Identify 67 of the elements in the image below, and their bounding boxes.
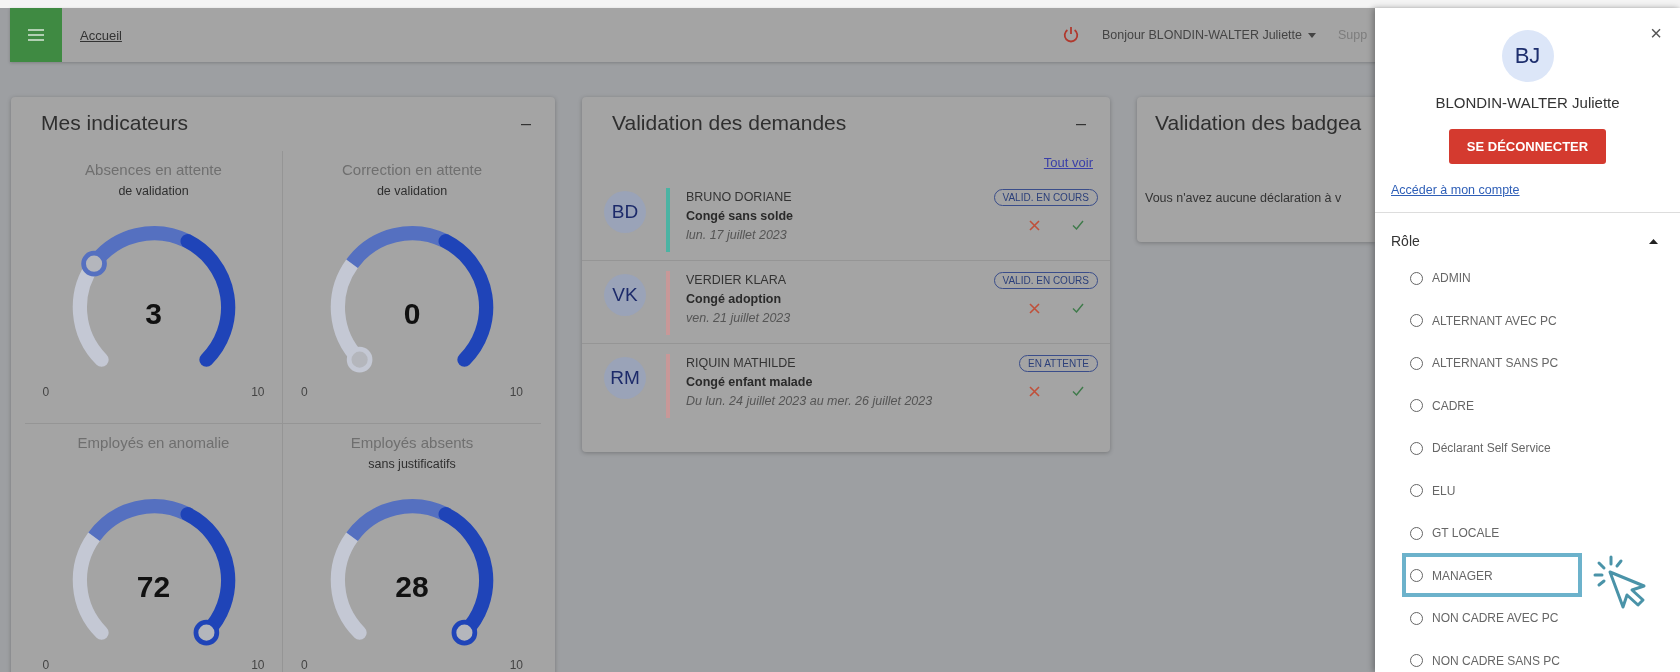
radio-label[interactable]: CADRE bbox=[1432, 398, 1474, 413]
user-name: BLONDIN-WALTER Juliette bbox=[1435, 94, 1620, 111]
gauge-min-label: 0 bbox=[42, 658, 50, 672]
gauge-min-label: 0 bbox=[301, 385, 308, 399]
account-link[interactable]: Accéder à mon compte bbox=[1391, 183, 1520, 197]
request-date: Du lun. 24 juillet 2023 au mer. 26 juillet 2023 bbox=[686, 394, 934, 408]
check-icon bbox=[1072, 303, 1084, 313]
gauge-max-label: 10 bbox=[509, 385, 523, 399]
caret-up-icon[interactable] bbox=[1649, 238, 1658, 244]
empty-message: Vous n'avez aucune déclaration à v bbox=[1145, 191, 1343, 205]
menu-icon bbox=[28, 29, 44, 41]
check-icon bbox=[1072, 386, 1084, 396]
section-title: Rôle bbox=[1391, 233, 1420, 249]
avatar: VK bbox=[604, 274, 646, 316]
gauge-subtitle: sans justificatifs bbox=[368, 457, 456, 472]
radio-label[interactable]: ADMIN bbox=[1432, 271, 1471, 286]
radio-label[interactable]: ALTERNANT SANS PC bbox=[1432, 356, 1559, 371]
gauge-value: 72 bbox=[135, 570, 172, 604]
close-icon bbox=[1029, 303, 1040, 314]
gauge-thumb bbox=[80, 250, 107, 277]
gauge-value: 28 bbox=[394, 570, 430, 604]
gauge-max-label: 10 bbox=[251, 658, 265, 672]
avatar: RM bbox=[604, 357, 646, 399]
close-button[interactable]: × bbox=[1650, 22, 1662, 45]
card-title: Validation des badgea bbox=[1155, 111, 1362, 135]
user-menu[interactable]: Bonjour BLONDIN-WALTER Juliette bbox=[1101, 28, 1316, 42]
power-icon[interactable] bbox=[1061, 26, 1080, 44]
see-all-link[interactable]: Tout voir bbox=[582, 155, 1093, 170]
caret-down-icon bbox=[1308, 32, 1316, 38]
employee-name: VERDIER KLARA bbox=[686, 273, 788, 287]
gauge-value: 3 bbox=[144, 297, 163, 331]
collapse-button[interactable]: – bbox=[1070, 112, 1092, 134]
request-type: Congé adoption bbox=[686, 292, 783, 306]
request-type: Congé sans solde bbox=[686, 209, 794, 223]
avatar: BJ bbox=[1501, 30, 1554, 82]
radio-label[interactable]: MANAGER bbox=[1432, 568, 1493, 583]
radio-label[interactable]: GT LOCALE bbox=[1432, 526, 1500, 541]
breadcrumb-link[interactable]: Accueil bbox=[80, 27, 122, 43]
gauge-thumb bbox=[451, 619, 478, 646]
gauge-thumb bbox=[346, 346, 373, 373]
radio-label[interactable]: ELU bbox=[1432, 483, 1456, 498]
avatar: BD bbox=[604, 191, 646, 233]
gauge-subtitle: de validation bbox=[376, 184, 448, 199]
gauge-min-label: 0 bbox=[301, 658, 308, 672]
gauge-max-label: 10 bbox=[251, 385, 265, 399]
menu-button[interactable] bbox=[10, 8, 62, 62]
gauge-min-label: 0 bbox=[42, 385, 50, 399]
close-icon bbox=[1029, 386, 1040, 397]
request-date: ven. 21 juillet 2023 bbox=[686, 311, 792, 325]
employee-name: RIQUIN MATHILDE bbox=[686, 356, 797, 370]
check-icon bbox=[1072, 220, 1084, 230]
card-title: Mes indicateurs bbox=[41, 111, 189, 135]
gauge-subtitle: de validation bbox=[118, 184, 189, 199]
collapse-button[interactable]: – bbox=[515, 112, 537, 134]
gauge-max-label: 10 bbox=[509, 658, 523, 672]
request-type: Congé enfant malade bbox=[686, 375, 814, 389]
radio-label[interactable]: ALTERNANT AVEC PC bbox=[1432, 313, 1557, 328]
card-title: Validation des demandes bbox=[612, 111, 847, 135]
radio-label[interactable]: NON CADRE AVEC PC bbox=[1432, 611, 1559, 626]
request-date: lun. 17 juillet 2023 bbox=[686, 228, 788, 242]
radio-label[interactable]: NON CADRE SANS PC bbox=[1432, 653, 1561, 668]
gauge-value: 0 bbox=[402, 297, 422, 331]
employee-name: BRUNO DORIANE bbox=[686, 190, 793, 204]
gauge-thumb bbox=[193, 619, 219, 646]
radio-label[interactable]: Déclarant Self Service bbox=[1432, 441, 1551, 456]
logout-button[interactable]: SE DÉCONNECTER bbox=[1448, 129, 1607, 164]
close-icon bbox=[1029, 220, 1040, 231]
